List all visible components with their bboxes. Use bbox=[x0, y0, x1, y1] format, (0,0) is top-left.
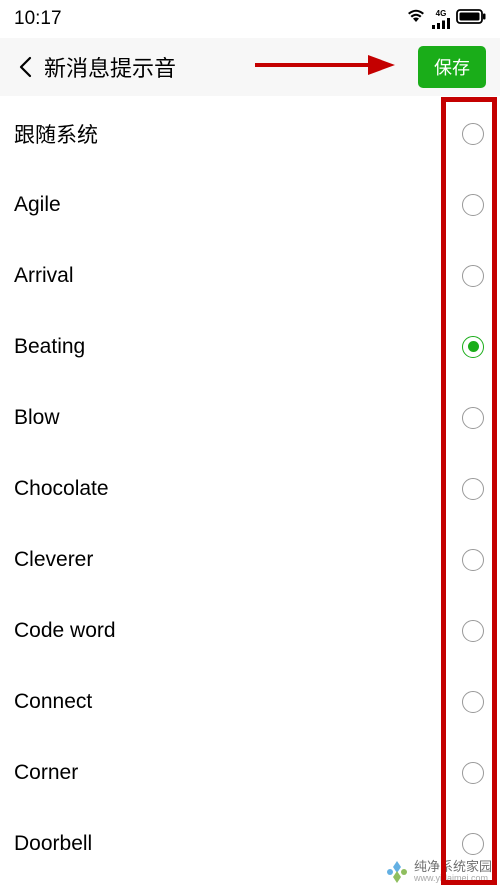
watermark: 纯净系统家园 www.yidaimei.com bbox=[384, 859, 492, 885]
network-icon: 4G bbox=[432, 10, 450, 29]
header: 新消息提示音 保存 bbox=[0, 38, 500, 96]
radio-icon[interactable] bbox=[462, 478, 484, 500]
list-item[interactable]: Arrival bbox=[0, 240, 500, 311]
radio-icon[interactable] bbox=[462, 194, 484, 216]
sound-list: 跟随系统 Agile Arrival Beating Blow Chocolate Clev… bbox=[0, 96, 500, 879]
list-item-label: Connect bbox=[14, 690, 92, 714]
list-item[interactable]: Corner bbox=[0, 737, 500, 808]
radio-icon[interactable] bbox=[462, 762, 484, 784]
radio-icon[interactable] bbox=[462, 549, 484, 571]
list-item[interactable]: Chocolate bbox=[0, 453, 500, 524]
list-item-label: Arrival bbox=[14, 264, 74, 288]
list-item-label: Agile bbox=[14, 193, 61, 217]
watermark-url: www.yidaimei.com bbox=[414, 874, 492, 884]
status-bar: 10:17 4G bbox=[0, 0, 500, 38]
list-item[interactable]: Agile bbox=[0, 169, 500, 240]
radio-icon[interactable] bbox=[462, 833, 484, 855]
wifi-icon bbox=[406, 8, 426, 30]
watermark-logo-icon bbox=[384, 859, 410, 885]
list-item[interactable]: Connect bbox=[0, 666, 500, 737]
watermark-title: 纯净系统家园 bbox=[414, 860, 492, 874]
status-icons: 4G bbox=[406, 8, 486, 30]
list-item-label: Chocolate bbox=[14, 477, 109, 501]
list-item[interactable]: Blow bbox=[0, 382, 500, 453]
radio-selected-icon bbox=[468, 341, 479, 352]
list-item[interactable]: Cleverer bbox=[0, 524, 500, 595]
back-icon[interactable] bbox=[14, 56, 36, 78]
list-item-label: Code word bbox=[14, 619, 116, 643]
radio-icon[interactable] bbox=[462, 336, 484, 358]
list-item[interactable]: Beating bbox=[0, 311, 500, 382]
radio-icon[interactable] bbox=[462, 691, 484, 713]
battery-icon bbox=[456, 8, 486, 30]
list-item-label: 跟随系统 bbox=[14, 119, 98, 149]
status-time: 10:17 bbox=[14, 8, 62, 30]
list-item-label: Corner bbox=[14, 761, 78, 785]
page-title: 新消息提示音 bbox=[44, 51, 176, 83]
radio-icon[interactable] bbox=[462, 620, 484, 642]
save-button[interactable]: 保存 bbox=[418, 46, 486, 88]
list-item[interactable]: Code word bbox=[0, 595, 500, 666]
list-item-label: Blow bbox=[14, 406, 60, 430]
radio-icon[interactable] bbox=[462, 123, 484, 145]
list-item-label: Cleverer bbox=[14, 548, 93, 572]
list-item-label: Beating bbox=[14, 335, 85, 359]
list-item[interactable]: 跟随系统 bbox=[0, 98, 500, 169]
radio-icon[interactable] bbox=[462, 407, 484, 429]
list-item-label: Doorbell bbox=[14, 832, 92, 856]
radio-icon[interactable] bbox=[462, 265, 484, 287]
